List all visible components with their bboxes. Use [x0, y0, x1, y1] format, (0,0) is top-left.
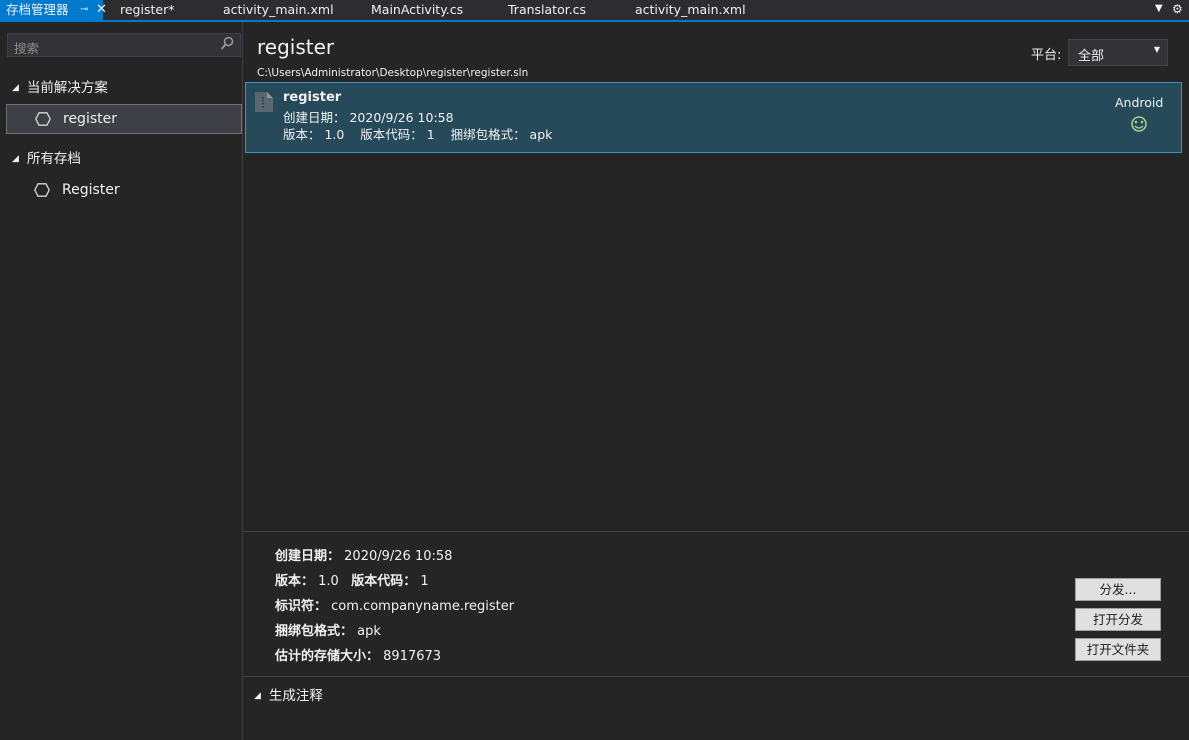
distribute-button[interactable]: 分发... [1075, 578, 1161, 601]
archive-hexagon-icon [35, 112, 51, 126]
detail-label: 版本代码： [351, 574, 417, 589]
expand-triangle-icon[interactable]: ◢ [12, 83, 19, 93]
detail-label: 捆绑包格式： [275, 624, 354, 639]
detail-created: 创建日期： 2020/9/26 10:58 [275, 545, 452, 564]
tab-activity-main[interactable]: activity_main.xml [223, 0, 334, 20]
tree-item-label: Register [62, 182, 120, 198]
divider [244, 531, 1189, 532]
detail-value: 8917673 [383, 649, 442, 664]
detail-size: 估计的存储大小： 8917673 [275, 645, 441, 664]
archive-name: register [283, 90, 342, 105]
detail-value: apk [357, 624, 381, 639]
tab-translator[interactable]: Translator.cs [508, 0, 586, 20]
page-title: register [257, 35, 335, 59]
detail-version: 版本： 1.0 版本代码： 1 [275, 570, 429, 589]
detail-value: 1 [420, 574, 429, 589]
gear-icon[interactable]: ⚙ [1172, 2, 1183, 16]
detail-label: 标识符： [275, 599, 328, 614]
detail-value: 1.0 [318, 574, 339, 589]
detail-label: 版本： [275, 574, 315, 589]
detail-label: 创建日期： [275, 549, 341, 564]
divider [244, 676, 1189, 677]
build-notes-header[interactable]: ◢ 生成注释 [254, 684, 323, 704]
group-current-solution[interactable]: ◢ 当前解决方案 [12, 76, 108, 96]
document-tab-bar: 存档管理器 ⊸ ✕ register* activity_main.xml Ma… [0, 0, 1189, 22]
archive-hexagon-icon [34, 183, 50, 197]
search-placeholder: 搜索 [14, 41, 40, 56]
open-distribution-button[interactable]: 打开分发 [1075, 608, 1161, 631]
tab-archive-manager[interactable]: 存档管理器 ⊸ ✕ [0, 0, 107, 20]
search-icon[interactable] [220, 36, 234, 52]
detail-bundle: 捆绑包格式： apk [275, 620, 381, 639]
expand-triangle-icon[interactable]: ◢ [12, 154, 19, 164]
platform-select[interactable]: 全部 ▼ [1068, 39, 1168, 66]
close-icon[interactable]: ✕ [96, 0, 107, 20]
archive-meta: 版本： 1.0 版本代码： 1 捆绑包格式： apk [283, 127, 553, 142]
expand-triangle-icon[interactable]: ◢ [254, 691, 261, 701]
detail-value: com.companyname.register [331, 599, 515, 614]
tree-item-register[interactable]: register [6, 104, 242, 134]
platform-select-value: 全部 [1078, 49, 1105, 64]
tab-mainactivity[interactable]: MainActivity.cs [371, 0, 463, 20]
android-icon [1131, 116, 1147, 132]
archive-main-panel: register C:\Users\Administrator\Desktop\… [244, 22, 1189, 740]
tab-register[interactable]: register* [120, 0, 174, 20]
tab-label: 存档管理器 [6, 2, 69, 17]
archive-list-item[interactable]: register 创建日期： 2020/9/26 10:58 版本： 1.0 版… [245, 82, 1182, 153]
archive-sidebar: 搜索 ◢ 当前解决方案 register ◢ 所有存档 Register [0, 22, 243, 740]
group-label: 当前解决方案 [26, 80, 108, 96]
search-input[interactable]: 搜索 [7, 33, 241, 57]
pin-icon[interactable]: ⊸ [80, 0, 88, 20]
solution-path: C:\Users\Administrator\Desktop\register\… [257, 67, 529, 79]
group-label: 所有存档 [26, 151, 81, 167]
open-folder-button[interactable]: 打开文件夹 [1075, 638, 1161, 661]
detail-identifier: 标识符： com.companyname.register [275, 595, 514, 614]
chevron-down-icon: ▼ [1153, 45, 1160, 54]
archive-platform: Android [1115, 95, 1164, 110]
tab-activity-main-2[interactable]: activity_main.xml [635, 0, 746, 20]
group-all-archives[interactable]: ◢ 所有存档 [12, 147, 81, 167]
tab-dropdown-icon[interactable]: ▼ [1155, 3, 1163, 14]
archive-file-icon [255, 92, 273, 112]
tree-item-label: register [63, 111, 117, 127]
detail-label: 估计的存储大小： [275, 649, 380, 664]
platform-label: 平台: [1031, 48, 1062, 63]
tree-item-register-archive[interactable]: Register [6, 176, 242, 206]
build-notes-label: 生成注释 [268, 688, 323, 704]
detail-value: 2020/9/26 10:58 [344, 549, 453, 564]
